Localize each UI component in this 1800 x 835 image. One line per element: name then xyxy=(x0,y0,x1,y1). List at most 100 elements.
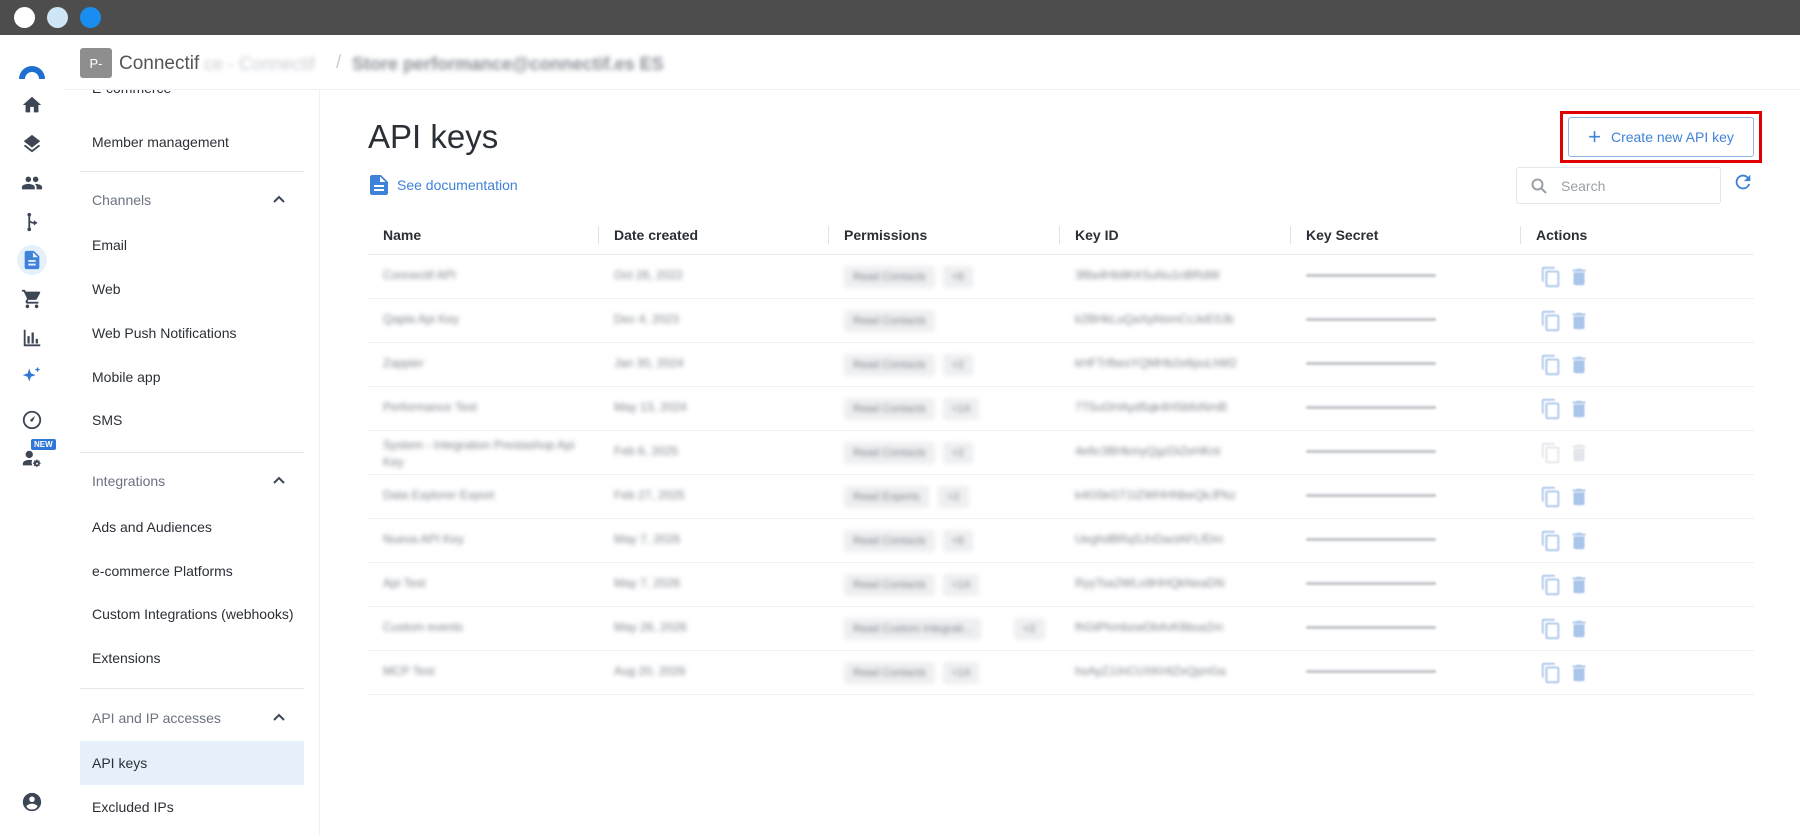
delete-icon[interactable] xyxy=(1568,309,1590,333)
workflow-icon[interactable] xyxy=(17,207,47,237)
copy-icon[interactable] xyxy=(1540,573,1562,597)
brand-name[interactable]: Connectif xyxy=(119,53,199,75)
cell-name: Api Test xyxy=(383,576,426,590)
refresh-icon[interactable] xyxy=(1732,171,1756,195)
copy-icon[interactable] xyxy=(1540,397,1562,421)
nav-item-web[interactable]: Web xyxy=(80,267,304,311)
column-divider xyxy=(1059,226,1060,244)
copy-icon[interactable] xyxy=(1540,309,1562,333)
table-row[interactable]: Performance Test May 13, 2024 Read Contact… xyxy=(368,387,1754,431)
nav-section-channels[interactable]: Channels xyxy=(80,178,304,222)
delete-icon[interactable] xyxy=(1568,397,1590,421)
table-row[interactable]: System - Integration Prestashop Api Key F… xyxy=(368,431,1754,475)
permission-chip: Read Contacts xyxy=(844,574,935,596)
permission-count-chip[interactable]: +14 xyxy=(942,398,980,420)
column-header-key-id[interactable]: Key ID xyxy=(1075,227,1119,243)
copy-icon[interactable] xyxy=(1540,529,1562,553)
home-icon[interactable] xyxy=(17,90,47,120)
masked-key-secret xyxy=(1306,274,1436,277)
connectif-logo-icon[interactable] xyxy=(16,53,48,85)
store-breadcrumb[interactable]: ce - Connectif xyxy=(204,54,315,75)
account-circle-icon[interactable] xyxy=(17,787,47,817)
nav-section-api-ip[interactable]: API and IP accesses xyxy=(80,696,304,740)
page-title: API keys xyxy=(368,118,499,155)
window-minimize-button[interactable] xyxy=(47,7,68,28)
nav-item-ecommerce-platforms[interactable]: e-commerce Platforms xyxy=(80,549,304,593)
search-input[interactable] xyxy=(1561,177,1701,194)
delete-icon[interactable] xyxy=(1568,353,1590,377)
window-maximize-button[interactable] xyxy=(80,7,101,28)
store-name[interactable]: Store performance@connectif.es ES xyxy=(352,54,664,75)
cell-name: Custom events xyxy=(383,620,464,634)
see-documentation-link[interactable]: See documentation xyxy=(370,175,518,195)
delete-icon[interactable] xyxy=(1568,441,1590,465)
permission-count-chip[interactable]: +6 xyxy=(942,266,974,288)
analytics-icon[interactable] xyxy=(17,323,47,353)
permission-count-chip[interactable]: +2 xyxy=(942,442,974,464)
nav-item-ads-audiences[interactable]: Ads and Audiences xyxy=(80,505,304,549)
account-avatar[interactable]: P- xyxy=(80,48,112,78)
permission-count-chip[interactable]: +6 xyxy=(942,530,974,552)
nav-item-api-keys[interactable]: API keys xyxy=(80,741,304,785)
permission-count-chip[interactable]: +14 xyxy=(942,574,980,596)
delete-icon[interactable] xyxy=(1568,573,1590,597)
table-row[interactable]: MCP Test Aug 20, 2026 Read Contacts +14 hsAy… xyxy=(368,651,1754,695)
copy-icon[interactable] xyxy=(1540,617,1562,641)
copy-icon[interactable] xyxy=(1540,353,1562,377)
table-row[interactable]: Api Test May 7, 2026 Read Contacts +14 RyyTs… xyxy=(368,563,1754,607)
column-header-date[interactable]: Date created xyxy=(614,227,698,243)
ai-sparkle-icon[interactable] xyxy=(17,361,47,391)
create-new-api-key-button[interactable]: + Create new API key xyxy=(1568,117,1754,157)
chevron-up-icon[interactable] xyxy=(272,473,286,487)
delete-icon[interactable] xyxy=(1568,529,1590,553)
document-icon[interactable] xyxy=(17,245,47,275)
delete-icon[interactable] xyxy=(1568,485,1590,509)
nav-item-sms[interactable]: SMS xyxy=(80,398,304,442)
layers-icon[interactable] xyxy=(17,129,47,159)
nav-item-excluded-ips[interactable]: Excluded IPs xyxy=(80,785,304,829)
column-divider xyxy=(1290,226,1291,244)
user-settings-icon[interactable] xyxy=(17,444,47,474)
cell-date: May 7, 2026 xyxy=(614,532,681,546)
nav-item-web-push[interactable]: Web Push Notifications xyxy=(80,311,304,355)
column-header-key-secret[interactable]: Key Secret xyxy=(1306,227,1378,243)
table-row[interactable]: Nueva API Key May 7, 2026 Read Contacts +6 U… xyxy=(368,519,1754,563)
window-close-button[interactable] xyxy=(14,7,35,28)
delete-icon[interactable] xyxy=(1568,617,1590,641)
nav-item-custom-integrations[interactable]: Custom Integrations (webhooks) xyxy=(80,592,304,636)
dashboard-gauge-icon[interactable] xyxy=(17,405,47,435)
nav-section-title: API and IP accesses xyxy=(92,710,221,726)
cart-icon[interactable] xyxy=(17,284,47,314)
copy-icon[interactable] xyxy=(1540,265,1562,289)
copy-icon[interactable] xyxy=(1540,441,1562,465)
permission-count-chip[interactable]: +14 xyxy=(942,662,980,684)
nav-item-member-management[interactable]: Member management xyxy=(80,120,304,164)
table-row[interactable]: Custom events May 26, 2026 Read Custom Int… xyxy=(368,607,1754,651)
permission-count-chip[interactable]: +2 xyxy=(942,354,974,376)
table-row[interactable]: Qapla Api Key Dec 4, 2023 Read Contacts k2B… xyxy=(368,299,1754,343)
nav-item-ecommerce[interactable]: E-commerce xyxy=(80,90,304,110)
copy-icon[interactable] xyxy=(1540,485,1562,509)
table-row[interactable]: Zappier Jan 30, 2024 Read Contacts +2 kHFTrf… xyxy=(368,343,1754,387)
nav-section-integrations[interactable]: Integrations xyxy=(80,459,304,503)
masked-key-secret xyxy=(1306,670,1436,673)
window-title-bar xyxy=(0,0,1800,35)
permission-count-chip[interactable]: +2 xyxy=(1014,618,1045,640)
people-icon[interactable] xyxy=(17,168,47,198)
column-divider xyxy=(1520,226,1521,244)
table-row[interactable]: Data Explorer Export Feb 27, 2025 Read Exp… xyxy=(368,475,1754,519)
copy-icon[interactable] xyxy=(1540,661,1562,685)
search-field[interactable] xyxy=(1516,167,1721,204)
chevron-up-icon[interactable] xyxy=(272,710,286,724)
delete-icon[interactable] xyxy=(1568,265,1590,289)
nav-item-extensions[interactable]: Extensions xyxy=(80,636,304,680)
chevron-up-icon[interactable] xyxy=(272,192,286,206)
table-row[interactable]: Connectif API Oct 26, 2022 Read Contacts +6… xyxy=(368,255,1754,299)
column-header-permissions[interactable]: Permissions xyxy=(844,227,927,243)
cell-name: MCP Test xyxy=(383,664,435,678)
nav-item-mobile-app[interactable]: Mobile app xyxy=(80,355,304,399)
delete-icon[interactable] xyxy=(1568,661,1590,685)
nav-item-email[interactable]: Email xyxy=(80,223,304,267)
column-header-name[interactable]: Name xyxy=(383,227,421,243)
permission-count-chip[interactable]: +2 xyxy=(938,486,969,508)
